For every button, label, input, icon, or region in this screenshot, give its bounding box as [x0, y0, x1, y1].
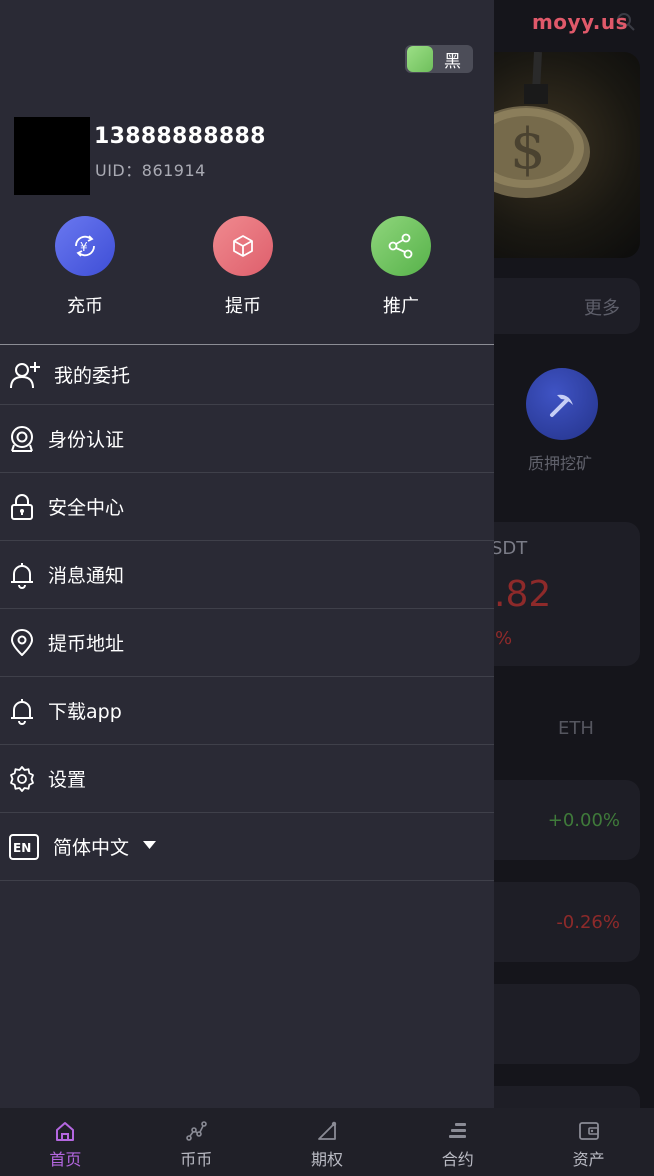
- menu-item-security-center[interactable]: 安全中心: [0, 473, 494, 541]
- bell-icon: [8, 561, 36, 589]
- options-icon: [318, 1121, 337, 1140]
- menu-item-language[interactable]: EN 简体中文: [0, 813, 494, 881]
- tab-contract[interactable]: 合约: [392, 1108, 523, 1176]
- location-pin-icon: [8, 628, 36, 657]
- menu-label: 我的委托: [54, 365, 131, 387]
- theme-toggle-knob: [407, 46, 433, 72]
- home-icon: [56, 1122, 75, 1141]
- bell-icon: [8, 697, 36, 725]
- menu-label: 安全中心: [48, 497, 125, 519]
- side-drawer: 黑 13888888888 UID：861914 ¥ 充币 提币 推广 我的委托…: [0, 0, 494, 1108]
- svg-text:EN: EN: [13, 841, 31, 855]
- tab-options[interactable]: 期权: [262, 1108, 393, 1176]
- wallet-icon: [578, 1122, 599, 1140]
- menu-label: 设置: [48, 769, 87, 791]
- drawer-menu: 我的委托 身份认证 安全中心 消息通知 提币地址 下载app 设置 EN 简体中…: [0, 345, 494, 881]
- svg-text:$: $: [510, 117, 546, 182]
- market-change: -0.26%: [556, 912, 620, 933]
- ticker-price: .82: [494, 574, 552, 615]
- ticker-percent: %: [495, 628, 513, 649]
- promote-label: 推广: [383, 296, 419, 317]
- tab-label: 资产: [572, 1150, 605, 1169]
- contract-icon: [448, 1123, 466, 1138]
- cube-icon: [213, 216, 273, 276]
- menu-item-download-app[interactable]: 下载app: [0, 677, 494, 745]
- tab-label: 合约: [441, 1150, 474, 1169]
- trend-icon: [186, 1121, 207, 1141]
- en-icon: EN: [9, 833, 39, 861]
- market-change: +0.00%: [547, 810, 620, 831]
- language-label: 简体中文: [53, 837, 130, 859]
- staking-mining-label: 质押挖矿: [528, 454, 593, 473]
- bottom-tab-bar: 首页 币币 期权 合约 资产: [0, 1108, 654, 1176]
- theme-toggle-label: 黑: [444, 51, 461, 72]
- withdraw-label: 提币: [225, 296, 261, 317]
- tab-label: 首页: [49, 1150, 82, 1169]
- menu-item-identity-verification[interactable]: 身份认证: [0, 405, 494, 473]
- market-row[interactable]: [470, 1086, 640, 1108]
- theme-toggle[interactable]: 黑: [405, 45, 473, 73]
- tab-spot[interactable]: 币币: [131, 1108, 262, 1176]
- menu-label: 身份认证: [48, 429, 125, 451]
- promote-button[interactable]: 推广: [361, 216, 441, 318]
- tab-label: 期权: [310, 1150, 343, 1169]
- menu-item-notifications[interactable]: 消息通知: [0, 541, 494, 609]
- deposit-button[interactable]: ¥ 充币: [45, 216, 125, 318]
- user-phone: 13888888888: [94, 124, 266, 149]
- eth-tab[interactable]: ETH: [558, 718, 594, 739]
- tab-label: 币币: [180, 1150, 213, 1169]
- menu-label: 提币地址: [48, 633, 125, 655]
- menu-item-my-orders[interactable]: 我的委托: [0, 345, 494, 405]
- yen-cycle-icon: ¥: [55, 216, 115, 276]
- tab-home[interactable]: 首页: [0, 1108, 131, 1176]
- lock-icon: [8, 493, 36, 521]
- withdraw-button[interactable]: 提币: [203, 216, 283, 318]
- watermark: moyy.us: [531, 10, 628, 34]
- svg-text:¥: ¥: [80, 240, 88, 254]
- user-uid: UID：861914: [95, 161, 206, 180]
- camera-icon: [8, 425, 36, 453]
- avatar[interactable]: [14, 117, 90, 195]
- market-row[interactable]: [470, 984, 640, 1064]
- menu-label: 下载app: [48, 701, 122, 723]
- deposit-label: 充币: [67, 296, 103, 317]
- menu-item-withdraw-address[interactable]: 提币地址: [0, 609, 494, 677]
- staking-mining-icon[interactable]: [526, 368, 598, 440]
- share-icon: [371, 216, 431, 276]
- more-link[interactable]: 更多: [584, 294, 620, 320]
- caret-down-icon[interactable]: [143, 840, 156, 850]
- gear-icon: [8, 765, 36, 793]
- menu-label: 消息通知: [48, 565, 125, 587]
- menu-item-settings[interactable]: 设置: [0, 745, 494, 813]
- tab-assets[interactable]: 资产: [523, 1108, 654, 1176]
- ticker-pair: SDT: [491, 538, 528, 559]
- user-add-icon: [8, 361, 42, 389]
